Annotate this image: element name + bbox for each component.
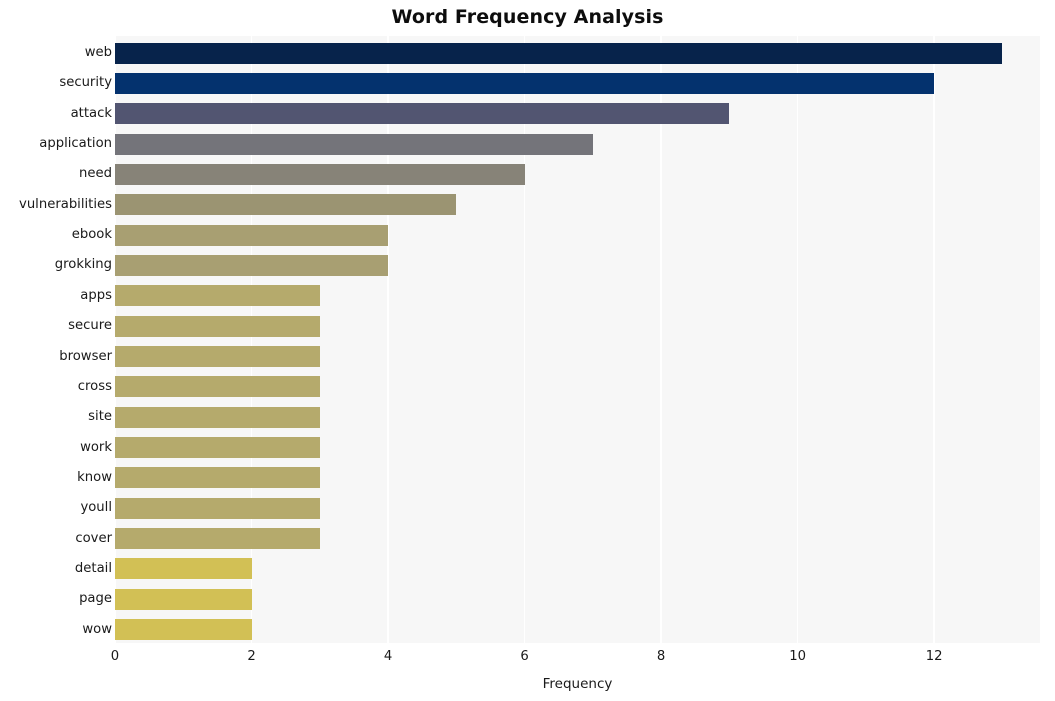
bar-row [115,103,1040,125]
x-tick-label-2: 2 [247,649,256,664]
bar-row [115,315,1040,337]
bar-row [115,285,1040,307]
bar-row [115,437,1040,459]
plot-area [115,36,1040,643]
bar-row [115,163,1040,185]
y-tick-label-attack: attack [70,105,112,121]
bar-browser [115,346,320,367]
bar-row [115,133,1040,155]
bar-youll [115,497,320,519]
x-tick-label-10: 10 [789,649,807,664]
bar-row [115,588,1040,610]
bar-row [115,497,1040,519]
bar-row [115,346,1040,367]
bar-cover [115,528,320,550]
bar-row [115,558,1040,580]
y-tick-label-site: site [88,409,112,425]
gridline-x-0 [115,36,116,643]
bar-row [115,42,1040,64]
x-axis-tick-labels: 0 2 4 6 8 10 12 [0,650,1055,670]
x-tick-label-12: 12 [925,649,943,664]
bar-apps [115,285,320,307]
bar-row [115,619,1040,641]
bar-application [115,133,593,155]
bar-security [115,72,935,94]
bar-row [115,224,1040,246]
bar-row [115,406,1040,428]
gridline-x-12 [933,36,935,643]
y-tick-label-browser: browser [59,348,112,364]
x-tick-label-4: 4 [383,649,393,664]
bar-row [115,72,1040,94]
y-tick-label-vulnerabilities: vulnerabilities [19,196,112,212]
bar-vulnerabilities [115,194,457,216]
bar-secure [115,315,320,337]
chart-title: Word Frequency Analysis [391,6,664,28]
bar-cross [115,376,320,398]
y-tick-label-secure: secure [68,318,112,334]
x-axis-label: Frequency [542,676,613,692]
x-tick-label-8: 8 [656,649,666,664]
y-tick-label-security: security [59,75,112,91]
x-tick-label-0: 0 [110,649,120,664]
bar-page [115,588,252,610]
bar-know [115,467,320,489]
bar-row [115,467,1040,489]
gridline-x-2 [250,36,253,643]
bar-row [115,376,1040,398]
y-tick-label-know: know [77,469,112,485]
bar-web [115,42,1003,64]
y-tick-label-youll: youll [80,500,112,516]
gridline-x-8 [660,36,662,643]
gridline-x-6 [523,36,526,643]
y-tick-label-wow: wow [82,621,112,637]
bar-wow [115,619,252,641]
x-tick-label-6: 6 [520,649,529,664]
y-tick-label-detail: detail [74,560,112,576]
y-axis-tick-labels: web security attack application need vulnerab… [0,36,112,643]
y-tick-label-web: web [84,45,112,60]
y-tick-label-cover: cover [75,530,112,546]
y-tick-label-page: page [79,591,112,607]
bar-grokking [115,254,389,276]
y-tick-label-ebook: ebook [71,227,112,243]
y-tick-label-application: application [39,136,112,152]
chart-figure: Word Frequency Analysis web security attac… [0,0,1055,701]
bar-attack [115,103,730,125]
y-tick-label-grokking: grokking [54,257,112,273]
bar-detail [115,558,252,580]
bar-row [115,528,1040,550]
y-tick-label-apps: apps [80,287,112,303]
y-tick-label-work: work [80,439,112,455]
gridline-x-10 [796,36,799,643]
bar-row [115,254,1040,276]
bar-ebook [115,224,389,246]
bar-work [115,437,320,459]
bar-need [115,163,525,185]
bar-row [115,194,1040,216]
y-tick-label-need: need [79,166,112,182]
bar-site [115,406,320,428]
y-tick-label-cross: cross [77,378,112,394]
gridline-x-4 [387,36,389,643]
